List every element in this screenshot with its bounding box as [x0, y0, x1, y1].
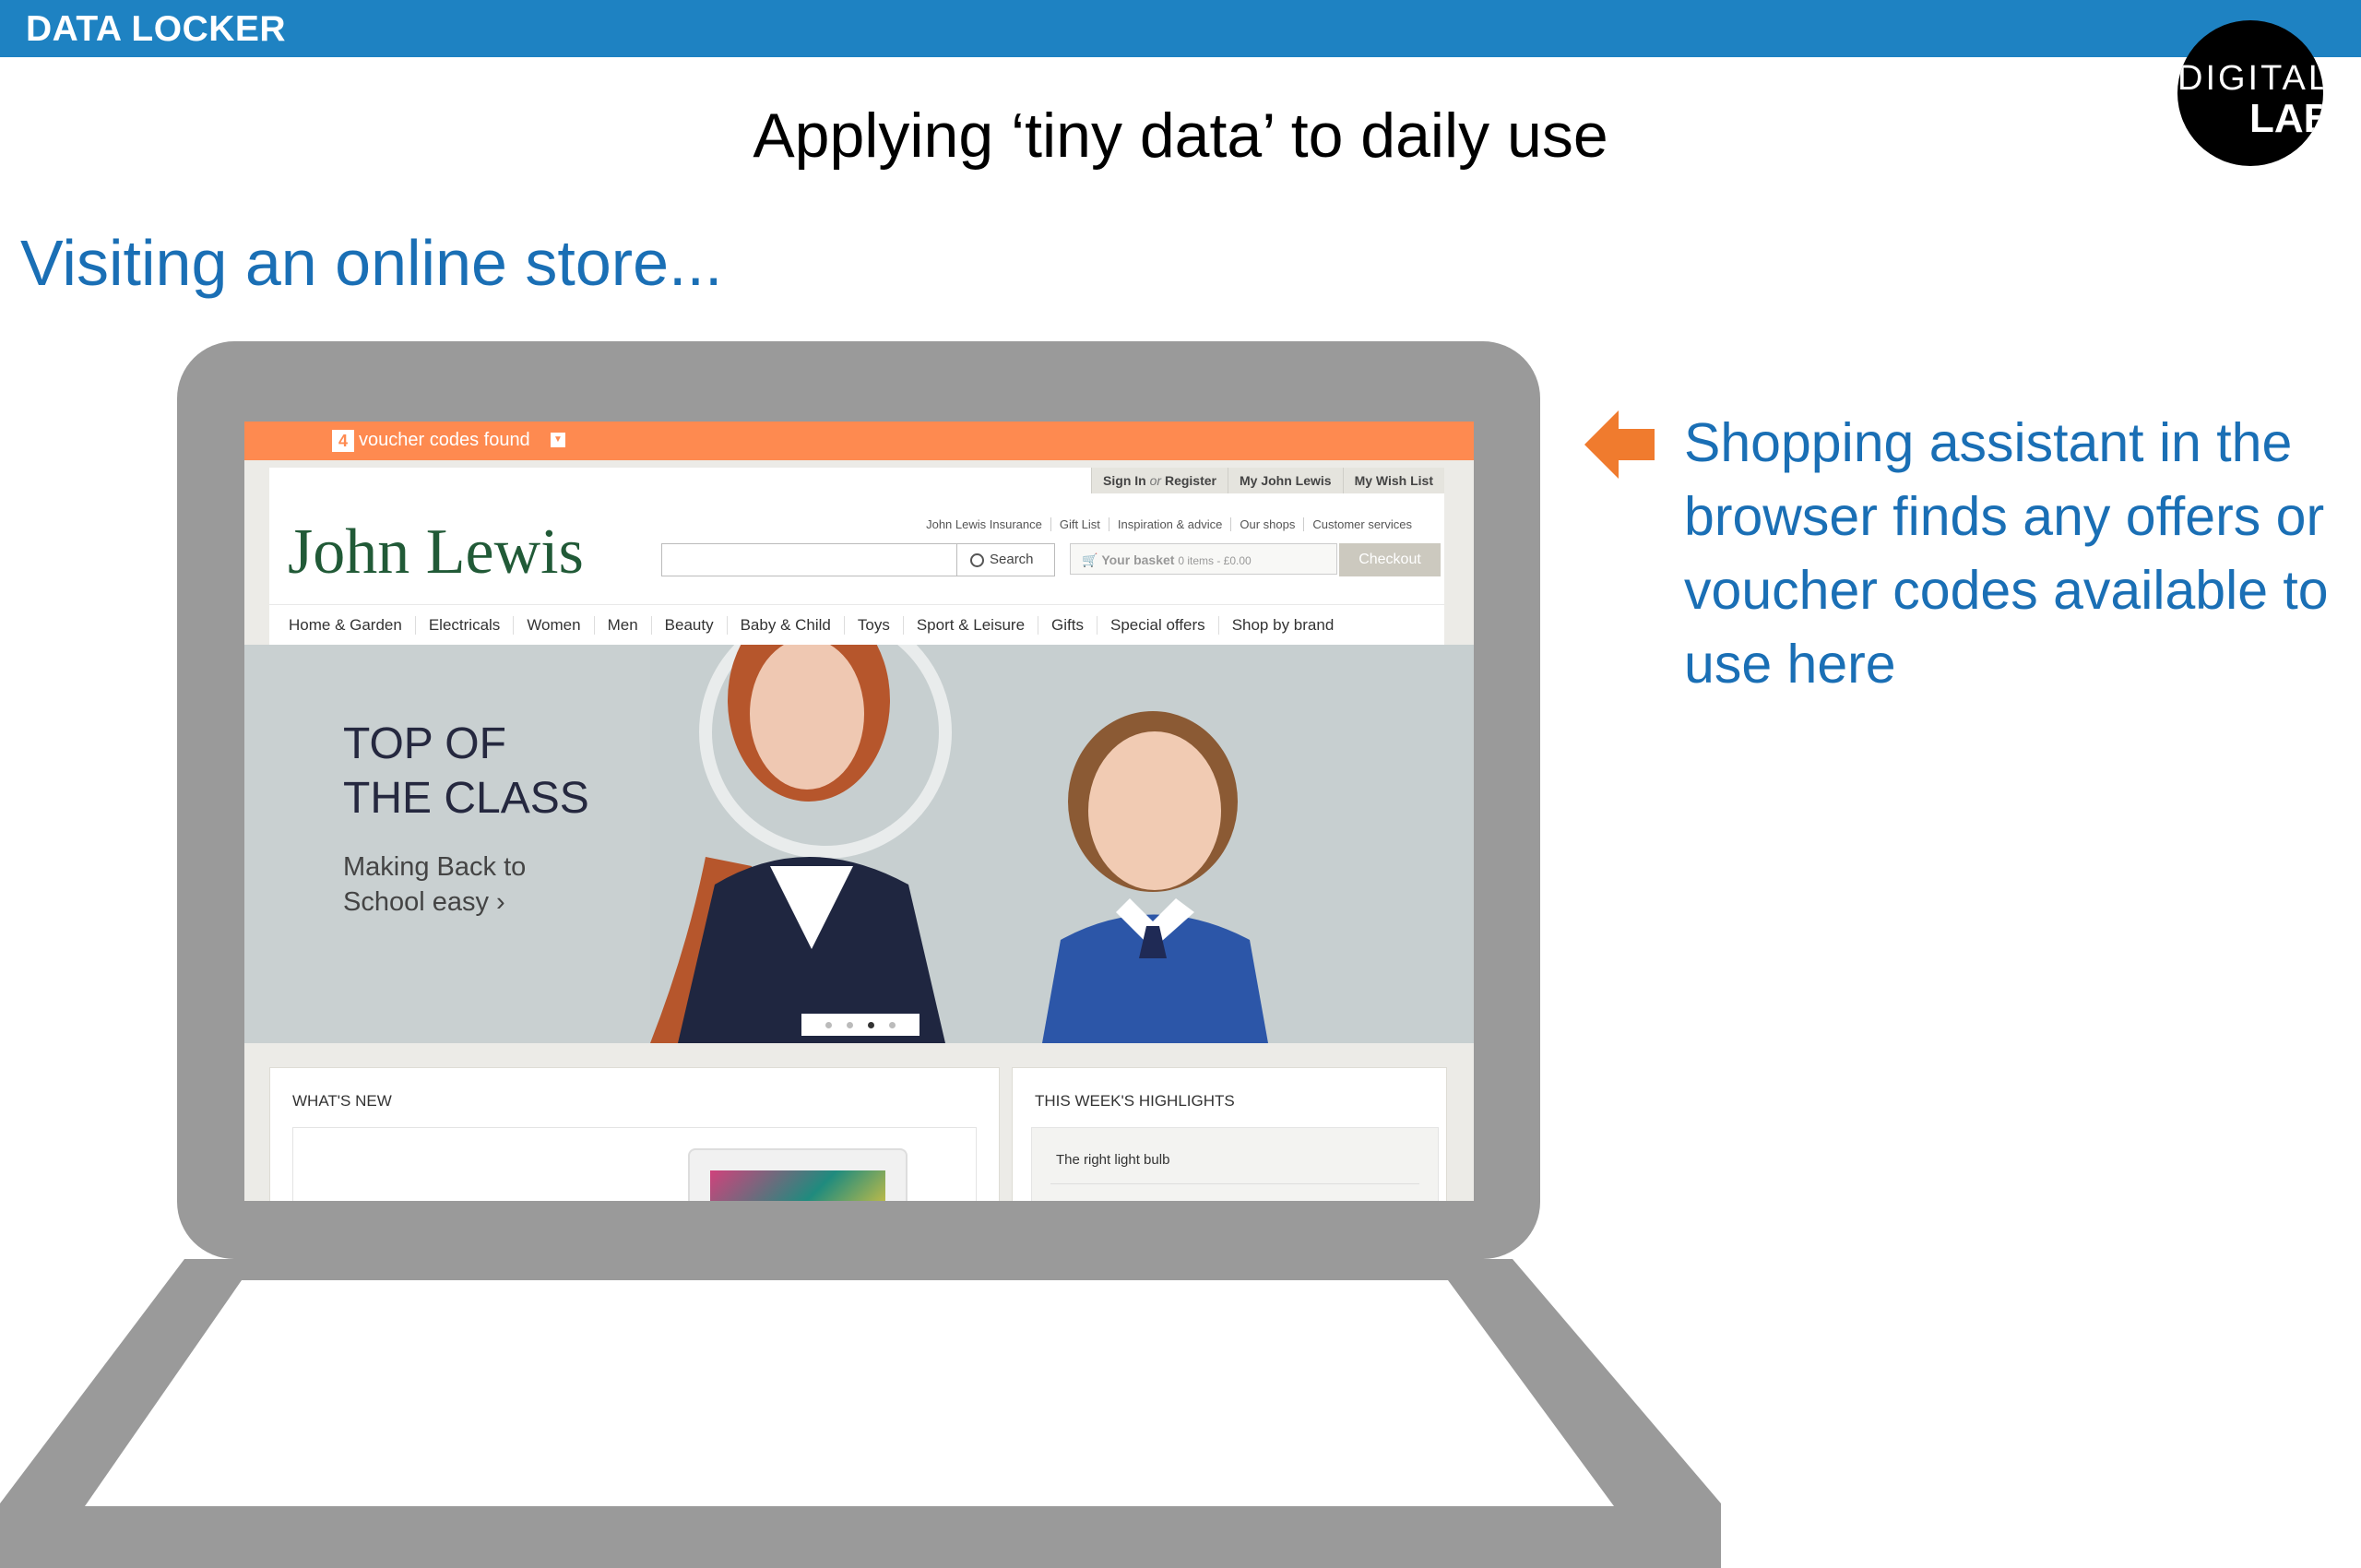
store-logo[interactable]: John Lewis: [288, 516, 584, 589]
highlights-panel: THIS WEEK'S HIGHLIGHTS The right light b…: [1012, 1067, 1447, 1201]
slide-subtitle: Visiting an online store...: [20, 227, 723, 299]
hero-photo: [650, 645, 1474, 1043]
slide-title: Applying ‘tiny data’ to daily use: [753, 101, 1608, 171]
hero-banner[interactable]: TOP OF THE CLASS Making Back to School e…: [244, 645, 1474, 1043]
callout-text: Shopping assistant in the browser finds …: [1684, 412, 2329, 695]
checkout-button[interactable]: Checkout: [1339, 543, 1441, 576]
util-link[interactable]: Our shops: [1230, 517, 1303, 531]
laptop-base: [0, 1259, 1721, 1568]
util-link[interactable]: Customer services: [1303, 517, 1420, 531]
chevron-down-icon[interactable]: ▼: [551, 433, 565, 447]
carousel-dot[interactable]: [889, 1021, 896, 1028]
or-text: or: [1149, 473, 1162, 488]
whats-new-title: WHAT'S NEW: [292, 1092, 392, 1110]
voucher-assistant-bar[interactable]: 4 voucher codes found ▼: [244, 422, 1474, 460]
sign-in-link[interactable]: Sign In: [1103, 473, 1146, 488]
nav-item[interactable]: Special offers: [1096, 616, 1218, 635]
basket-count: 0 items - £0.00: [1178, 554, 1252, 567]
divider: [1050, 1183, 1419, 1184]
search-button[interactable]: Search: [956, 543, 1055, 576]
nav-item[interactable]: Gifts: [1038, 616, 1097, 635]
tablet-screen: [710, 1170, 885, 1201]
highlights-title: THIS WEEK'S HIGHLIGHTS: [1035, 1092, 1235, 1110]
nav-item[interactable]: Electricals: [414, 616, 513, 635]
nav-item[interactable]: Sport & Leisure: [902, 616, 1038, 635]
account-links: Sign In or Register My John Lewis My Wis…: [1091, 468, 1444, 493]
top-banner: DATA LOCKER: [0, 0, 2361, 57]
nav-item[interactable]: Baby & Child: [726, 616, 844, 635]
browser-screen: 4 voucher codes found ▼ Sign In or Regis…: [244, 422, 1474, 1201]
nav-item[interactable]: Toys: [843, 616, 903, 635]
hero-sub-1: Making Back to: [343, 852, 527, 882]
search-icon: [970, 552, 984, 567]
highlights-content[interactable]: The right light bulb: [1031, 1127, 1439, 1201]
basket-icon: 🛒: [1082, 552, 1098, 567]
carousel-dot[interactable]: [847, 1021, 853, 1028]
voucher-text: voucher codes found: [359, 430, 530, 450]
carousel-dot-active[interactable]: [868, 1021, 874, 1028]
arrow-left-icon: [1584, 410, 1655, 479]
hero-cta[interactable]: Making Back to School easy ›: [343, 849, 526, 920]
carousel-dot[interactable]: [825, 1021, 832, 1028]
logo-text-top: DIGITAL: [2177, 59, 2323, 98]
search-input[interactable]: [661, 543, 960, 576]
nav-item[interactable]: Home & Garden: [269, 616, 415, 635]
my-account-link[interactable]: My John Lewis: [1227, 468, 1343, 493]
hero-line-2: THE CLASS: [343, 774, 589, 823]
basket-label: Your basket: [1101, 552, 1175, 567]
nav-item[interactable]: Men: [593, 616, 651, 635]
highlight-item[interactable]: The right light bulb: [1056, 1152, 1169, 1168]
whats-new-content[interactable]: [292, 1127, 977, 1201]
whats-new-panel: WHAT'S NEW: [269, 1067, 1000, 1201]
nav-item[interactable]: Beauty: [650, 616, 727, 635]
hero-sub-2: School easy ›: [343, 887, 505, 917]
register-link[interactable]: Register: [1165, 473, 1216, 488]
hero-headline: TOP OF THE CLASS: [343, 717, 589, 826]
carousel-dots: [801, 1014, 919, 1036]
search-label: Search: [990, 552, 1034, 567]
wish-list-link[interactable]: My Wish List: [1342, 468, 1444, 493]
nav-item[interactable]: Women: [513, 616, 593, 635]
hero-line-1: TOP OF: [343, 719, 506, 768]
main-nav: Home & Garden Electricals Women Men Beau…: [269, 604, 1444, 646]
nav-item[interactable]: Shop by brand: [1217, 616, 1347, 635]
util-link[interactable]: Gift List: [1050, 517, 1109, 531]
site-header: Sign In or Register My John Lewis My Wis…: [269, 468, 1444, 645]
banner-title: DATA LOCKER: [26, 9, 287, 49]
sign-in-register[interactable]: Sign In or Register: [1091, 468, 1228, 493]
tablet-product-image: [688, 1148, 908, 1201]
basket-summary[interactable]: 🛒 Your basket 0 items - £0.00: [1070, 543, 1337, 575]
voucher-count-badge: 4: [332, 430, 354, 452]
utility-links: John Lewis Insurance Gift List Inspirati…: [918, 517, 1420, 531]
util-link[interactable]: Inspiration & advice: [1108, 517, 1230, 531]
util-link[interactable]: John Lewis Insurance: [918, 517, 1050, 531]
